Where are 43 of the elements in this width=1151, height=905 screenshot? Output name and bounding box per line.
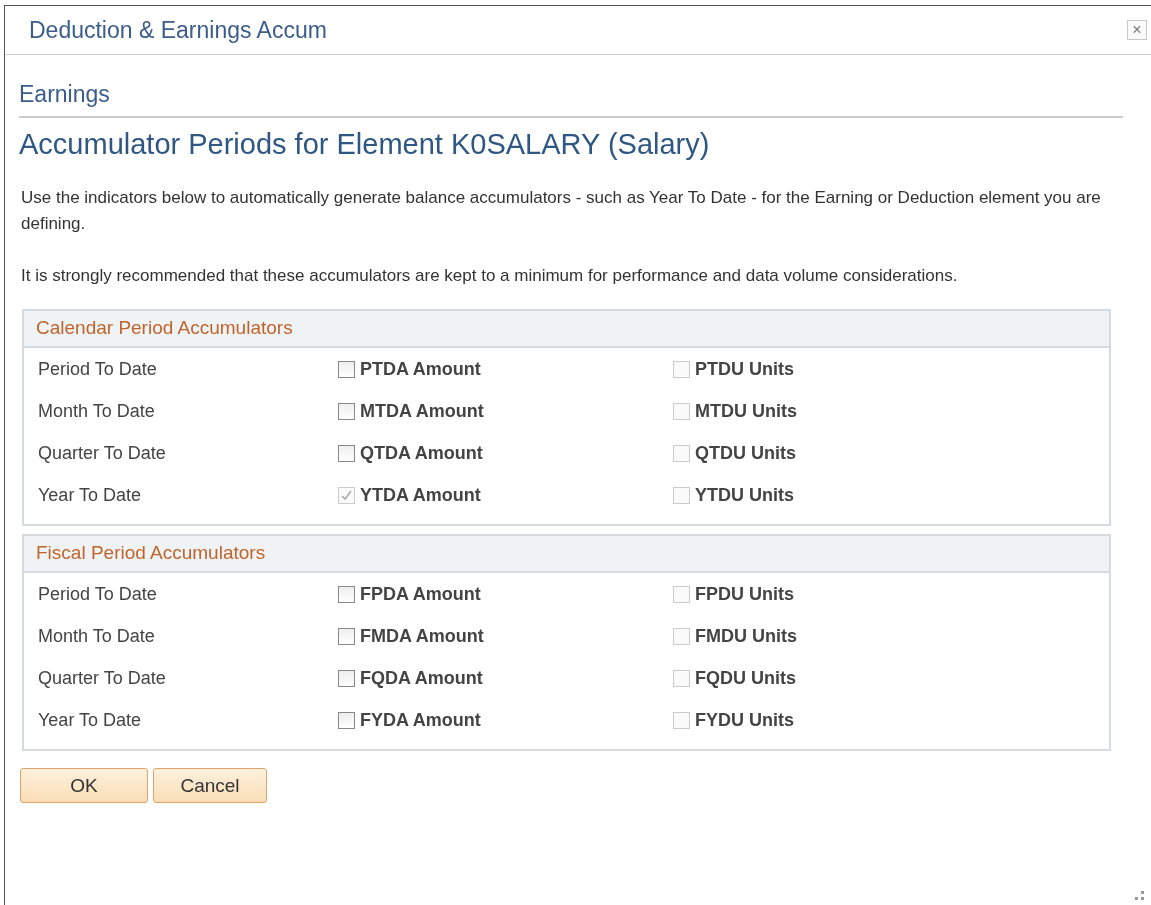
checkbox-label: FMDA Amount bbox=[360, 625, 484, 647]
checkbox-label: FPDU Units bbox=[695, 583, 794, 605]
row-label: Period To Date bbox=[38, 358, 158, 380]
checkbox[interactable] bbox=[338, 669, 355, 687]
row-label: Quarter To Date bbox=[38, 667, 167, 689]
checkbox-label: FQDA Amount bbox=[360, 667, 483, 689]
row-label: Year To Date bbox=[38, 484, 143, 506]
checkbox-label: YTDU Units bbox=[695, 484, 794, 506]
checkbox-label: FQDU Units bbox=[695, 667, 796, 689]
checkmark-icon bbox=[341, 489, 352, 501]
window-title: Deduction & Earnings Accum bbox=[29, 16, 327, 44]
checkbox[interactable] bbox=[338, 585, 355, 603]
checkbox-label: FMDU Units bbox=[695, 625, 797, 647]
checkbox-label: MTDU Units bbox=[695, 400, 797, 422]
row-label: Month To Date bbox=[38, 400, 156, 422]
close-button[interactable]: × bbox=[1127, 20, 1147, 40]
checkbox-label: PTDA Amount bbox=[360, 358, 481, 380]
page-heading: Accumulator Periods for Element K0SALARY (Salary) bbox=[19, 128, 711, 161]
checkbox[interactable] bbox=[338, 402, 355, 420]
row-label: Quarter To Date bbox=[38, 442, 167, 464]
ok-button[interactable]: OK bbox=[20, 768, 148, 803]
checkbox-label: QTDU Units bbox=[695, 442, 796, 464]
checkbox[interactable] bbox=[338, 711, 355, 729]
checkbox[interactable] bbox=[338, 627, 355, 645]
checkbox-label: FYDA Amount bbox=[360, 709, 481, 731]
section-title: Earnings bbox=[19, 81, 1123, 118]
cancel-button[interactable]: Cancel bbox=[153, 768, 267, 803]
checkbox-label: YTDA Amount bbox=[360, 484, 481, 506]
row-label: Period To Date bbox=[38, 583, 158, 605]
paragraph: It is strongly recommended that these accumulators are kept to a minimum for performance and data volume considerations. bbox=[20, 265, 959, 287]
resize-grip-icon[interactable] bbox=[1135, 891, 1145, 901]
group-title: Calendar Period Accumulators bbox=[24, 311, 1109, 348]
group-title: Fiscal Period Accumulators bbox=[24, 536, 1109, 573]
row-label: Month To Date bbox=[38, 625, 156, 647]
checkbox-label: FYDU Units bbox=[695, 709, 794, 731]
checkbox[interactable] bbox=[338, 360, 355, 378]
row-label: Year To Date bbox=[38, 709, 143, 731]
paragraph: Use the indicators below to automatically generate balance accumulators - such as Year To Date - for the Earning or Deduction element you are defining. bbox=[20, 187, 1102, 235]
checkbox-label: QTDA Amount bbox=[360, 442, 483, 464]
checkbox-label: FPDA Amount bbox=[360, 583, 481, 605]
checkbox[interactable] bbox=[338, 444, 355, 462]
checkbox-label: PTDU Units bbox=[695, 358, 794, 380]
checkbox-label: MTDA Amount bbox=[360, 400, 484, 422]
